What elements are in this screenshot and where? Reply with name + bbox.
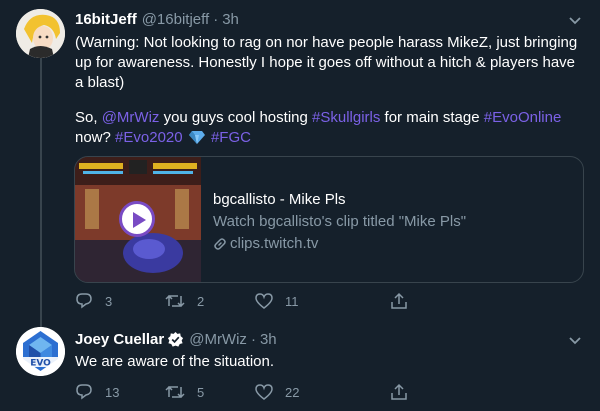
retweet-count: 5 xyxy=(197,384,205,400)
like-button[interactable]: 22 xyxy=(255,383,345,401)
retweet-button[interactable]: 2 xyxy=(165,292,255,310)
caret-icon[interactable] xyxy=(568,336,582,346)
hashtag-link[interactable]: #FGC xyxy=(211,129,251,146)
hashtag-link[interactable]: #EvoOnline xyxy=(484,109,562,126)
clip-thumbnail[interactable] xyxy=(75,157,201,282)
card-title[interactable]: bgcallisto - Mike Pls xyxy=(213,190,466,210)
text-fragment: you guys cool hosting xyxy=(159,109,312,126)
mention-link[interactable]: @MrWiz xyxy=(102,109,160,126)
timestamp[interactable]: 3h xyxy=(222,11,239,28)
share-icon xyxy=(391,292,407,309)
tweet-text: (Warning: Not looking to rag on nor have… xyxy=(75,34,578,91)
reply-button[interactable]: 3 xyxy=(75,292,165,310)
author-handle[interactable]: @16bitjeff xyxy=(142,11,210,28)
reply-count: 3 xyxy=(105,293,113,309)
share-icon xyxy=(391,383,407,400)
card-domain: clips.twitch.tv xyxy=(230,235,319,252)
reply-icon xyxy=(76,384,92,400)
tweet-text: So, @MrWiz you guys cool hosting #Skullg… xyxy=(75,108,585,148)
link-icon xyxy=(214,238,226,250)
like-button[interactable]: 11 xyxy=(255,292,345,310)
share-button[interactable] xyxy=(390,292,410,310)
separator: · xyxy=(250,331,256,348)
tweet-text: We are aware of the situation. xyxy=(75,353,274,370)
hashtag-link[interactable]: #Evo2020 xyxy=(115,129,183,146)
avatar[interactable] xyxy=(16,9,65,58)
author-handle[interactable]: @MrWiz xyxy=(189,331,247,348)
svg-text:EVO: EVO xyxy=(30,359,51,369)
retweet-icon xyxy=(165,385,185,399)
card-description: Watch bgcallisto's clip titled "Mike Pls… xyxy=(213,213,467,230)
reply-icon xyxy=(76,293,92,309)
reply-count: 13 xyxy=(105,384,120,400)
like-count: 22 xyxy=(285,384,300,400)
like-icon xyxy=(255,384,273,400)
like-icon xyxy=(255,293,273,309)
verified-icon xyxy=(168,331,184,347)
share-button[interactable] xyxy=(390,383,410,401)
hashtag-link[interactable]: #Skullgirls xyxy=(312,109,380,126)
retweet-icon xyxy=(165,294,185,308)
text-fragment: So, xyxy=(75,109,102,126)
separator: · xyxy=(213,11,219,28)
play-icon[interactable] xyxy=(119,201,155,237)
avatar[interactable]: EVO xyxy=(16,327,65,376)
tweet-actions: 13 5 22 xyxy=(75,383,495,401)
like-count: 11 xyxy=(285,293,299,309)
text-fragment: for main stage xyxy=(380,109,484,126)
caret-icon[interactable] xyxy=(568,16,582,26)
gem-emoji xyxy=(188,131,205,144)
text-fragment: now? xyxy=(75,129,116,146)
reply-button[interactable]: 13 xyxy=(75,383,165,401)
tweet-actions: 3 2 11 xyxy=(75,292,495,310)
link-card[interactable]: bgcallisto - Mike Pls Watch bgcallisto's… xyxy=(74,156,584,283)
timestamp[interactable]: 3h xyxy=(260,331,277,348)
retweet-count: 2 xyxy=(197,293,205,309)
retweet-button[interactable]: 5 xyxy=(165,383,255,401)
author-name[interactable]: 16bitJeff xyxy=(75,11,137,28)
author-name[interactable]: Joey Cuellar xyxy=(75,331,164,348)
